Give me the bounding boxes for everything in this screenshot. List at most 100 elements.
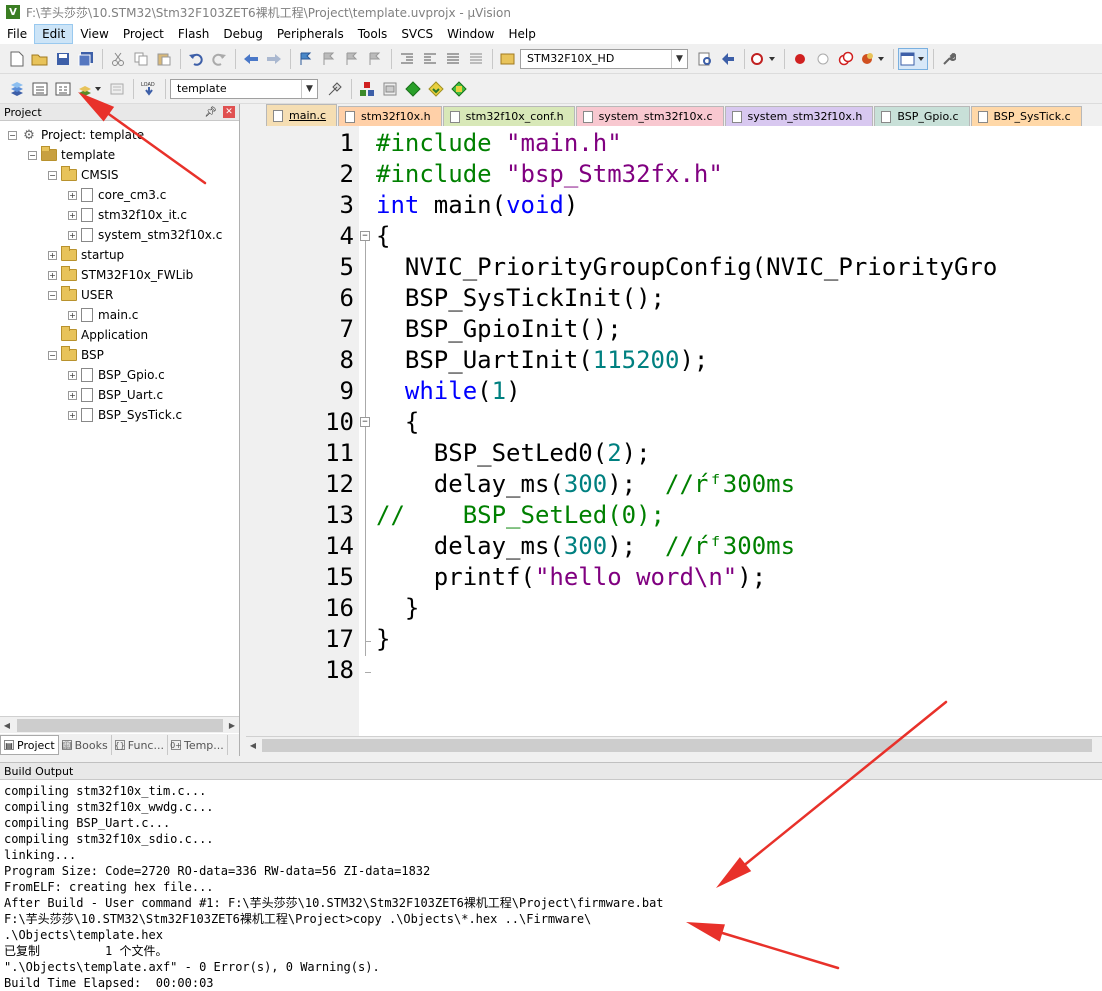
scroll-left-icon[interactable]: ◀	[246, 741, 260, 750]
menu-file[interactable]: File	[0, 24, 34, 44]
panel-tab-3[interactable]: 0+ Temp...	[168, 735, 228, 755]
menu-peripherals[interactable]: Peripherals	[270, 24, 351, 44]
select-packs-icon[interactable]	[379, 78, 401, 100]
code-editor[interactable]: 1 #include "main.h" 2 #include "bsp_Stm32fx…	[246, 126, 1102, 736]
menu-edit[interactable]: Edit	[34, 24, 74, 44]
editor-tab[interactable]: system_stm32f10x.c	[575, 106, 724, 126]
redo-icon[interactable]	[208, 48, 230, 70]
software-packs-icon[interactable]	[448, 78, 470, 100]
breakpoint-insert-icon[interactable]	[789, 48, 811, 70]
undo-icon[interactable]	[185, 48, 207, 70]
scrollbar-thumb[interactable]	[16, 718, 223, 732]
menu-help[interactable]: Help	[501, 24, 542, 44]
uncomment-icon[interactable]	[465, 48, 487, 70]
navigate-back-icon[interactable]	[240, 48, 262, 70]
tree-item-folder[interactable]: + STM32F10x_FWLib	[0, 265, 239, 285]
tree-item-file[interactable]: + system_stm32f10x.c	[0, 225, 239, 245]
bookmark-insert-icon[interactable]	[295, 48, 317, 70]
expand-icon[interactable]: +	[68, 370, 77, 380]
debug-session-icon[interactable]	[749, 48, 779, 70]
editor-tab[interactable]: stm32f10x.h	[338, 106, 442, 126]
save-all-icon[interactable]	[75, 48, 97, 70]
indent-icon[interactable]	[396, 48, 418, 70]
incremental-find-icon[interactable]	[717, 48, 739, 70]
copy-icon[interactable]	[130, 48, 152, 70]
fold-toggle-icon[interactable]: −	[360, 417, 370, 427]
comment-icon[interactable]	[442, 48, 464, 70]
scroll-left-icon[interactable]: ◀	[0, 718, 14, 733]
tree-item-folder[interactable]: − BSP	[0, 345, 239, 365]
tree-item-file[interactable]: + stm32f10x_it.c	[0, 205, 239, 225]
batch-build-icon[interactable]	[75, 78, 105, 100]
pin-icon[interactable]: 📌︎	[204, 107, 217, 118]
close-icon[interactable]: ✕	[223, 106, 235, 118]
unindent-icon[interactable]	[419, 48, 441, 70]
menu-debug[interactable]: Debug	[216, 24, 269, 44]
collapse-icon[interactable]: −	[48, 350, 57, 360]
tree-item-file[interactable]: + main.c	[0, 305, 239, 325]
pack-installer-icon[interactable]	[425, 78, 447, 100]
bookmark-clear-icon[interactable]	[364, 48, 386, 70]
tree-item-project[interactable]: − ⚙ Project: template	[0, 125, 239, 145]
manage-rte-icon[interactable]	[402, 78, 424, 100]
collapse-icon[interactable]: −	[8, 130, 17, 140]
collapse-icon[interactable]: −	[48, 170, 57, 180]
tree-item-file[interactable]: + BSP_SysTick.c	[0, 405, 239, 425]
translate-icon[interactable]	[6, 78, 28, 100]
navigate-forward-icon[interactable]	[263, 48, 285, 70]
save-icon[interactable]	[52, 48, 74, 70]
menu-tools[interactable]: Tools	[351, 24, 395, 44]
target-combo[interactable]: template ▼	[170, 78, 318, 99]
expand-icon[interactable]: +	[68, 190, 77, 200]
expand-icon[interactable]: +	[68, 390, 77, 400]
tree-item-folder[interactable]: − USER	[0, 285, 239, 305]
editor-tab[interactable]: system_stm32f10x.h	[724, 106, 874, 126]
menu-flash[interactable]: Flash	[171, 24, 216, 44]
tree-item-file[interactable]: + BSP_Gpio.c	[0, 365, 239, 385]
device-combo[interactable]: STM32F10X_HD ▼	[520, 48, 688, 69]
editor-scrollbar[interactable]: ◀	[246, 736, 1102, 753]
tree-item-file[interactable]: + BSP_Uart.c	[0, 385, 239, 405]
paste-icon[interactable]	[153, 48, 175, 70]
project-panel-scrollbar[interactable]: ◀ ▶	[0, 716, 239, 733]
manage-project-items-icon[interactable]	[356, 78, 378, 100]
expand-icon[interactable]: +	[68, 210, 77, 220]
find-in-files-icon[interactable]	[497, 48, 519, 70]
editor-tab[interactable]: stm32f10x_conf.h	[442, 106, 575, 126]
tree-item-file[interactable]: + core_cm3.c	[0, 185, 239, 205]
target-options-icon[interactable]	[324, 78, 346, 100]
bookmark-prev-icon[interactable]	[318, 48, 340, 70]
rebuild-icon[interactable]	[52, 78, 74, 100]
expand-icon[interactable]: +	[48, 250, 57, 260]
editor-tab[interactable]: main.c	[266, 104, 338, 126]
menu-window[interactable]: Window	[440, 24, 501, 44]
tree-item-folder[interactable]: − CMSIS	[0, 165, 239, 185]
panel-tab-1[interactable]: 📖︎ Books	[59, 735, 112, 755]
breakpoint-disable-all-icon[interactable]	[835, 48, 857, 70]
editor-tab[interactable]: BSP_Gpio.c	[874, 106, 970, 126]
find-icon[interactable]	[694, 48, 716, 70]
configure-wrench-icon[interactable]	[938, 48, 960, 70]
build-output[interactable]: compiling stm32f10x_tim.c... compiling st…	[0, 780, 1102, 991]
tree-item-target[interactable]: − template	[0, 145, 239, 165]
menu-view[interactable]: View	[73, 24, 115, 44]
download-icon[interactable]: LOAD	[138, 78, 160, 100]
collapse-icon[interactable]: −	[48, 290, 57, 300]
collapse-icon[interactable]: −	[28, 150, 37, 160]
expand-icon[interactable]: +	[68, 230, 77, 240]
tree-item-folder[interactable]: + startup	[0, 245, 239, 265]
editor-tab[interactable]: BSP_SysTick.c	[970, 106, 1082, 126]
expand-icon[interactable]: +	[48, 270, 57, 280]
breakpoint-kill-all-icon[interactable]	[858, 48, 888, 70]
cut-icon[interactable]	[107, 48, 129, 70]
build-icon[interactable]	[29, 78, 51, 100]
window-layout-icon[interactable]	[898, 47, 928, 70]
menu-svcs[interactable]: SVCS	[394, 24, 440, 44]
scroll-right-icon[interactable]: ▶	[225, 718, 239, 733]
tree-item-folder[interactable]: Application	[0, 325, 239, 345]
new-file-icon[interactable]	[6, 48, 28, 70]
expand-icon[interactable]: +	[68, 310, 77, 320]
breakpoint-disable-icon[interactable]	[812, 48, 834, 70]
fold-toggle-icon[interactable]: −	[360, 231, 370, 241]
open-folder-icon[interactable]	[29, 48, 51, 70]
